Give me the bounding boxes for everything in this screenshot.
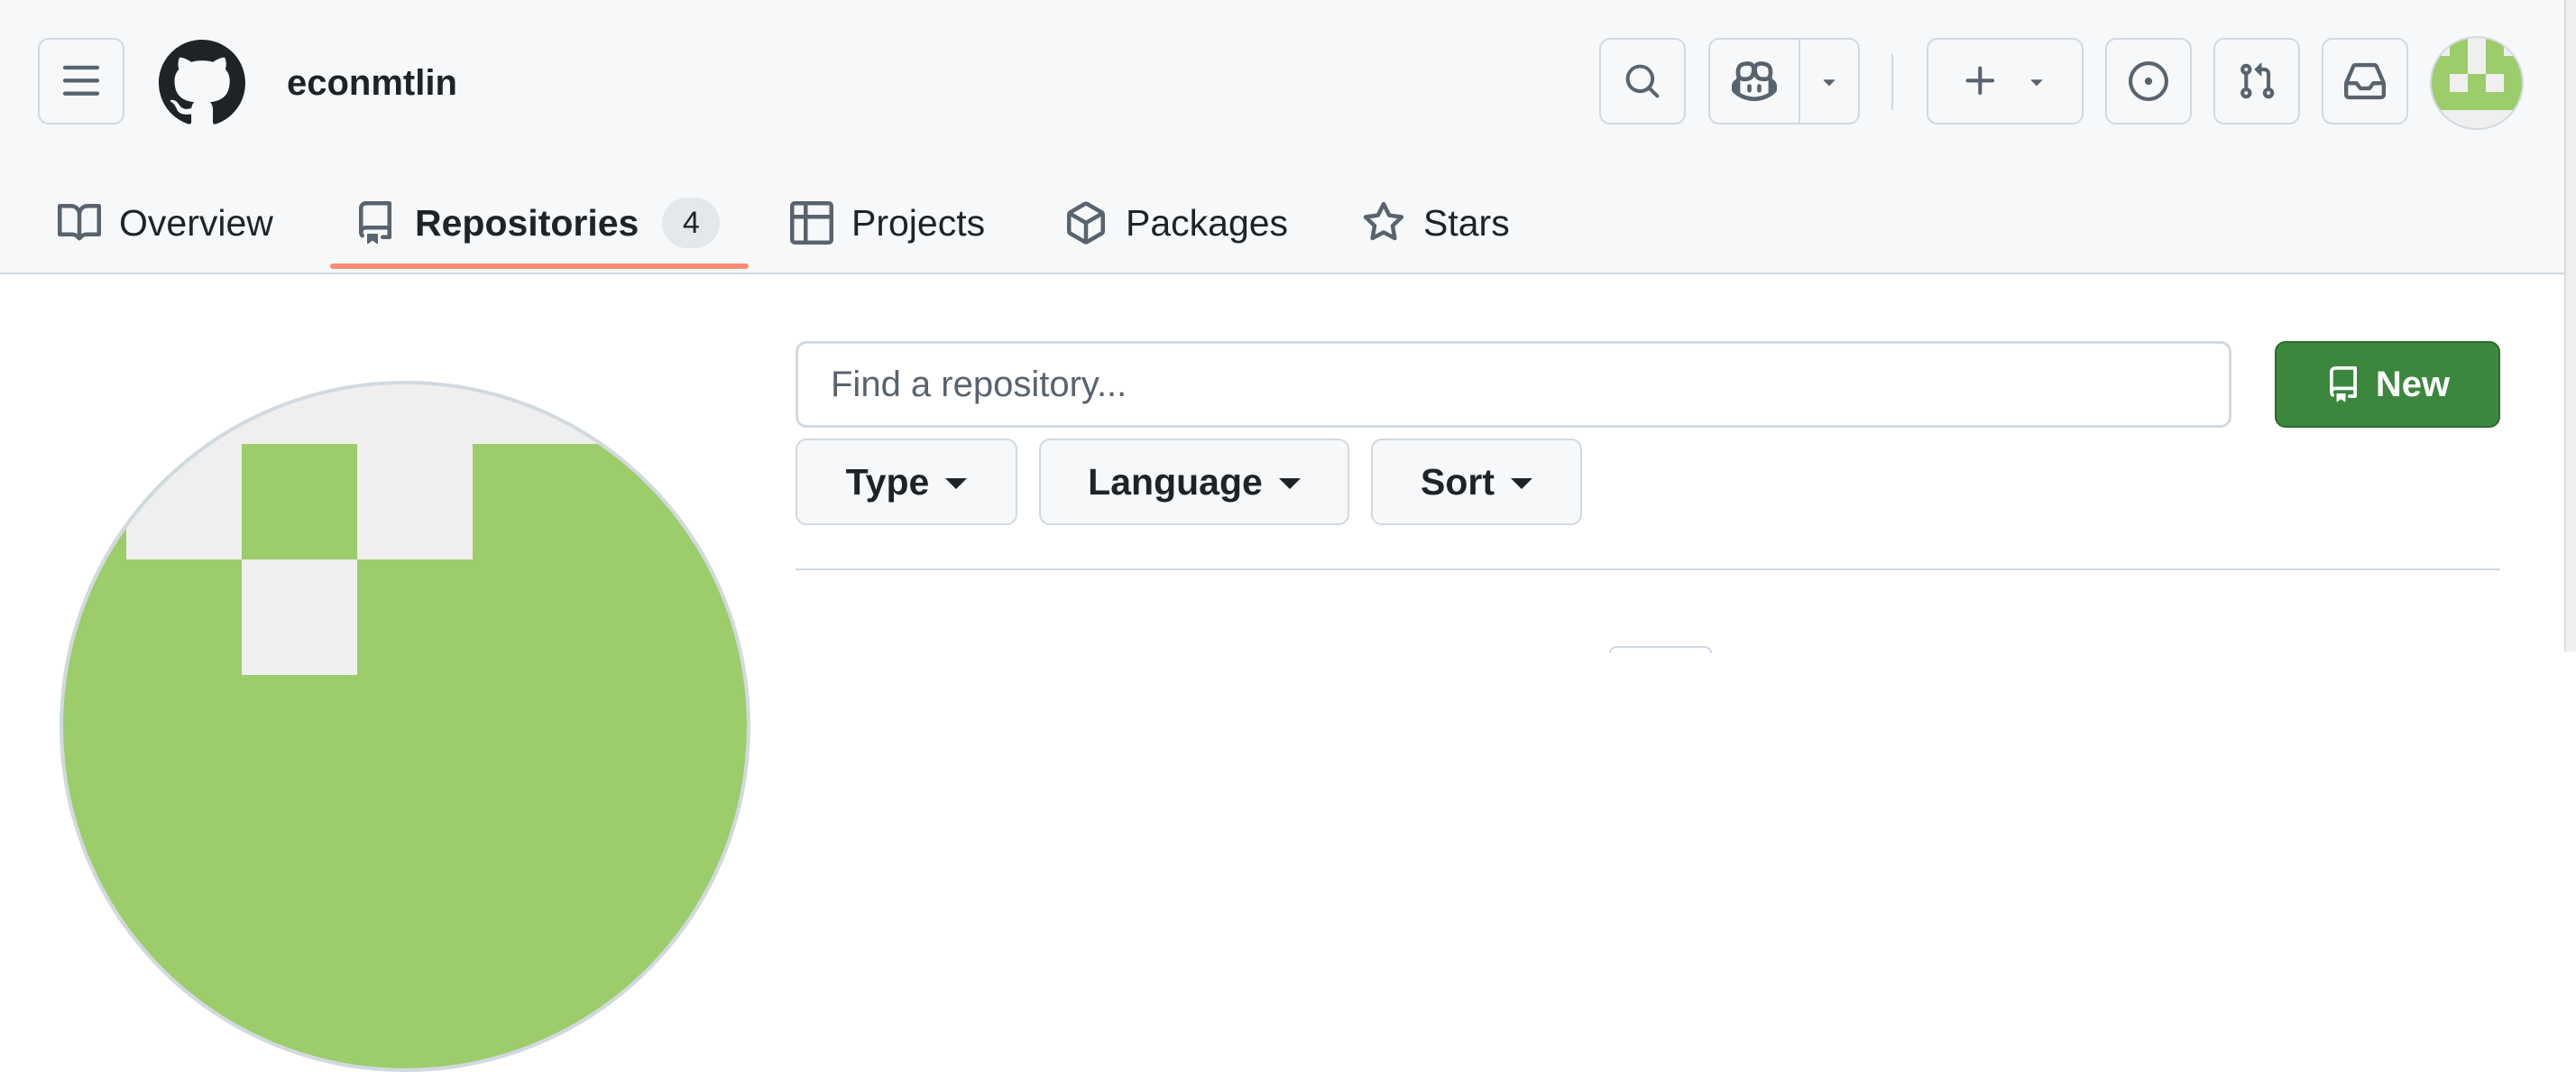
tab-repositories[interactable]: Repositories 4: [354, 171, 721, 274]
tab-label: Overview: [119, 201, 273, 244]
tab-packages[interactable]: Packages: [1064, 171, 1288, 274]
tab-label: Packages: [1126, 201, 1289, 244]
menu-button[interactable]: [38, 38, 124, 125]
partial-element-top: [1609, 646, 1712, 653]
sort-filter-label: Sort: [1421, 460, 1495, 503]
type-filter-label: Type: [845, 460, 930, 503]
pull-requests-button[interactable]: [2213, 38, 2300, 125]
triangle-down-icon: [1278, 478, 1301, 489]
hamburger-icon: [60, 60, 102, 102]
tab-label: Projects: [851, 201, 986, 244]
table-icon: [790, 201, 833, 245]
issue-opened-icon: [2129, 61, 2168, 101]
tab-label: Repositories: [415, 201, 639, 244]
copilot-button[interactable]: [1710, 40, 1800, 123]
github-logo-icon[interactable]: [158, 40, 245, 126]
copilot-group: [1708, 38, 1860, 125]
repo-count-badge: 4: [662, 198, 721, 248]
new-repository-button[interactable]: New: [2275, 341, 2500, 428]
copilot-icon: [1732, 59, 1777, 104]
repo-icon: [2325, 366, 2361, 402]
profile-avatar-large[interactable]: [60, 381, 750, 1072]
header-divider: [1891, 54, 1893, 110]
tab-label: Stars: [1423, 201, 1510, 244]
tab-stars[interactable]: Stars: [1362, 171, 1510, 274]
find-repository-input[interactable]: [796, 341, 2231, 428]
selected-tab-indicator: [330, 263, 749, 269]
plus-icon: [1961, 61, 2001, 101]
issues-button[interactable]: [2105, 38, 2192, 125]
user-avatar[interactable]: [2430, 36, 2524, 130]
inbox-button[interactable]: [2322, 38, 2408, 125]
triangle-down-icon: [1511, 478, 1532, 489]
tab-projects[interactable]: Projects: [790, 171, 985, 274]
star-icon: [1362, 201, 1405, 245]
triangle-down-icon: [1817, 69, 1842, 94]
search-icon: [1624, 62, 1661, 100]
new-button-label: New: [2375, 364, 2451, 404]
git-pull-request-icon: [2237, 61, 2277, 101]
type-filter-button[interactable]: Type: [796, 439, 1017, 525]
section-divider: [796, 568, 2500, 570]
profile-username[interactable]: econmtlin: [287, 61, 457, 105]
window-scrollbar[interactable]: [2564, 0, 2576, 652]
app-header: econmtlin Overview Repositories 4 Projec…: [0, 0, 2564, 274]
book-icon: [58, 201, 101, 245]
tab-overview[interactable]: Overview: [58, 171, 273, 274]
sort-filter-button[interactable]: Sort: [1371, 439, 1582, 525]
search-button[interactable]: [1599, 38, 1686, 125]
language-filter-button[interactable]: Language: [1039, 439, 1349, 525]
copilot-menu-button[interactable]: [1800, 40, 1858, 123]
create-new-button[interactable]: [1927, 38, 2084, 125]
package-icon: [1064, 201, 1108, 245]
inbox-icon: [2344, 60, 2386, 102]
triangle-down-icon: [945, 478, 968, 489]
triangle-down-icon: [2024, 69, 2049, 94]
language-filter-label: Language: [1088, 460, 1263, 503]
repo-icon: [354, 201, 397, 245]
